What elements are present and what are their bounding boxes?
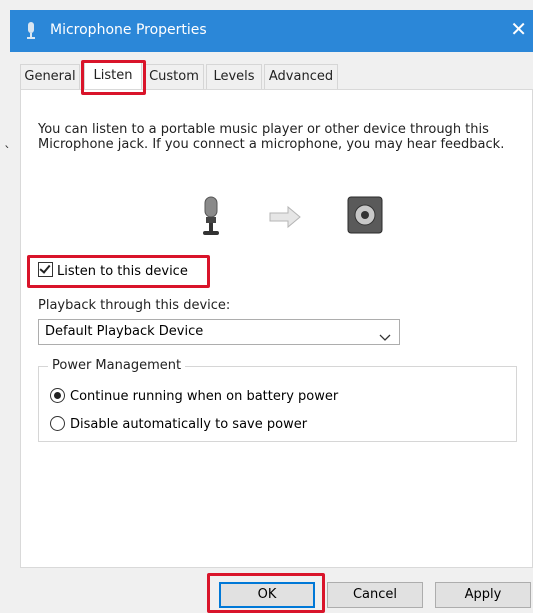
power-management-title: Power Management xyxy=(48,358,186,373)
tab-custom[interactable]: Custom xyxy=(144,64,204,89)
tab-general[interactable]: General xyxy=(20,64,80,89)
listen-checkbox-label: Listen to this device xyxy=(57,264,188,279)
microphone-icon xyxy=(24,21,38,45)
arrow-right-icon xyxy=(268,205,302,233)
radio-continue-running[interactable]: Continue running when on battery power xyxy=(50,388,338,406)
radio-label: Continue running when on battery power xyxy=(70,389,339,404)
playback-label: Playback through this device: xyxy=(38,298,231,313)
playback-device-select[interactable]: Default Playback Device xyxy=(38,319,400,345)
chevron-down-icon xyxy=(379,327,391,351)
radio-disable-automatically[interactable]: Disable automatically to save power xyxy=(50,416,307,434)
ok-button[interactable]: OK xyxy=(219,582,315,608)
close-icon[interactable]: ✕ xyxy=(510,18,527,40)
window-title: Microphone Properties xyxy=(50,22,207,38)
listen-description: You can listen to a portable music playe… xyxy=(38,122,505,152)
listen-checkbox-row[interactable]: Listen to this device xyxy=(38,262,188,281)
radio-button[interactable] xyxy=(50,416,65,431)
cancel-button[interactable]: Cancel xyxy=(327,582,423,608)
tab-listen[interactable]: Listen xyxy=(84,62,142,89)
title-bar: Microphone Properties ✕ xyxy=(10,10,533,52)
stray-mark: ` xyxy=(4,145,11,161)
speaker-icon xyxy=(346,195,384,239)
tab-advanced[interactable]: Advanced xyxy=(264,64,338,89)
tab-levels[interactable]: Levels xyxy=(206,64,262,89)
microphone-device-icon xyxy=(196,195,226,243)
radio-button[interactable] xyxy=(50,388,65,403)
device-flow-illustration xyxy=(196,195,386,243)
radio-label: Disable automatically to save power xyxy=(70,417,308,432)
playback-device-value: Default Playback Device xyxy=(45,324,204,339)
listen-panel: You can listen to a portable music playe… xyxy=(20,89,533,568)
apply-button[interactable]: Apply xyxy=(435,582,531,608)
power-management-group: Power Management Continue running when o… xyxy=(38,358,517,442)
listen-checkbox[interactable] xyxy=(38,262,53,277)
